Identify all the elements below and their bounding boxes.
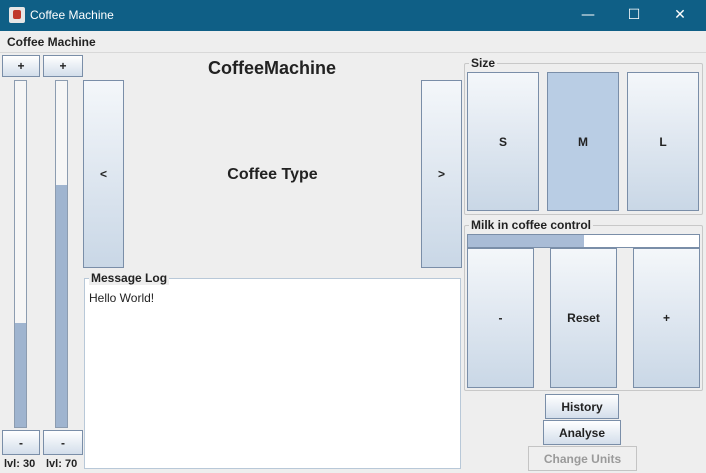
prev-coffee-button[interactable]: < [83, 80, 124, 268]
menu-coffee-machine[interactable]: Coffee Machine [7, 35, 96, 49]
message-log-area[interactable]: Hello World! [84, 278, 461, 469]
minimize-icon[interactable]: — [565, 0, 611, 31]
bar2-level-label: lvl: 70 [46, 458, 78, 470]
message-log-text: Hello World! [89, 291, 155, 305]
bar1-level-bar[interactable] [14, 80, 27, 428]
milk-level-fill [468, 235, 584, 247]
message-log-legend: Message Log [89, 271, 170, 285]
machine-heading: CoffeeMachine [207, 58, 337, 78]
close-icon[interactable]: ✕ [657, 0, 703, 31]
size-legend: Size [469, 56, 498, 70]
window-title-bar: Coffee Machine — ☐ ✕ [0, 0, 706, 31]
size-l-button[interactable]: L [627, 72, 699, 211]
milk-level-bar [467, 234, 700, 248]
milk-legend: Milk in coffee control [469, 218, 594, 232]
bar2-level-bar[interactable] [55, 80, 68, 428]
bar2-minus-button[interactable]: - [43, 430, 83, 455]
milk-plus-button[interactable]: + [633, 248, 700, 388]
bar1-level-label: lvl: 30 [4, 458, 36, 470]
bar2-level-fill [56, 184, 67, 427]
bar1-plus-button[interactable]: + [2, 55, 40, 77]
bar1-minus-button[interactable]: - [2, 430, 40, 455]
bar2-plus-button[interactable]: + [43, 55, 83, 77]
window-title: Coffee Machine [30, 8, 114, 22]
message-log-group: Hello World! Message Log [84, 271, 461, 469]
history-button[interactable]: History [545, 394, 619, 419]
bar1-level-fill [15, 323, 26, 427]
milk-minus-button[interactable]: - [467, 248, 534, 388]
size-s-button[interactable]: S [467, 72, 539, 211]
menu-bar: Coffee Machine [0, 31, 706, 53]
maximize-icon[interactable]: ☐ [611, 0, 657, 31]
app-icon [9, 7, 25, 23]
analyse-button[interactable]: Analyse [543, 420, 621, 445]
change-units-button[interactable]: Change Units [528, 446, 637, 471]
coffee-type-label: Coffee Type [227, 166, 318, 183]
size-m-button[interactable]: M [547, 72, 619, 211]
milk-reset-button[interactable]: Reset [550, 248, 617, 388]
next-coffee-button[interactable]: > [421, 80, 462, 268]
